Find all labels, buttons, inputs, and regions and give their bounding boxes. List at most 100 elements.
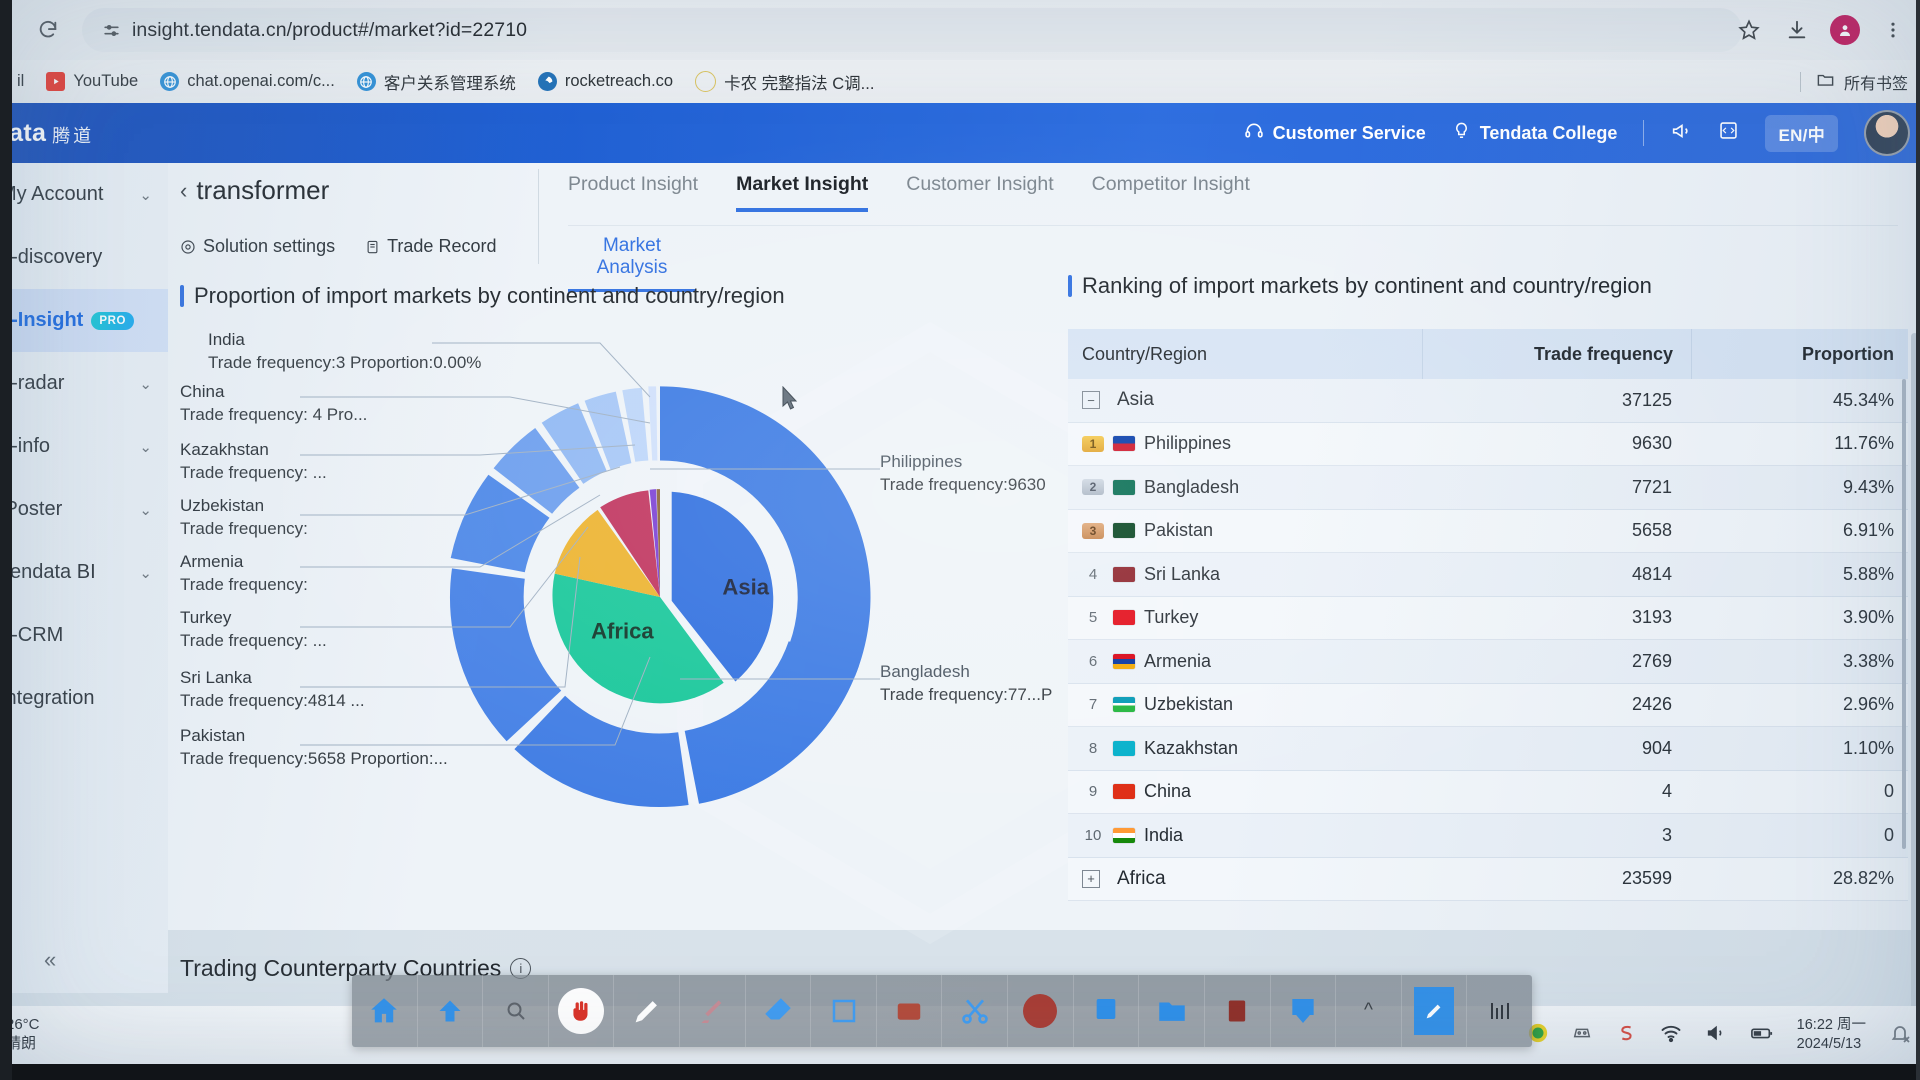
table-row[interactable]: 5 Turkey 3193 3.90% bbox=[1068, 597, 1908, 640]
fullscreen-button[interactable] bbox=[1718, 120, 1739, 146]
sidebar-item-my-account[interactable]: My Account ⌄ bbox=[0, 163, 168, 226]
bookmark-star-icon[interactable] bbox=[1728, 9, 1770, 51]
solution-settings-button[interactable]: Solution settings bbox=[180, 236, 335, 257]
rank-badge: 9 bbox=[1088, 783, 1098, 801]
youtube-icon bbox=[46, 72, 66, 91]
language-switch[interactable]: EN/中 bbox=[1765, 114, 1838, 152]
row-proportion: 45.34% bbox=[1832, 389, 1894, 410]
window-icon[interactable] bbox=[1074, 975, 1140, 1047]
trade-record-button[interactable]: Trade Record bbox=[365, 236, 496, 257]
table-row[interactable]: 3 Pakistan 5658 6.91% bbox=[1068, 510, 1908, 553]
profile-avatar-icon[interactable] bbox=[1824, 9, 1866, 51]
tab-competitor-insight[interactable]: Competitor Insight bbox=[1092, 173, 1250, 212]
sidebar-item-t-radar[interactable]: T-radar ⌄ bbox=[0, 352, 168, 415]
undo-icon[interactable] bbox=[418, 975, 484, 1047]
row-name: India bbox=[1144, 824, 1184, 845]
tendata-college-button[interactable]: Tendata College bbox=[1452, 121, 1617, 145]
sidebar-item-iposter[interactable]: iPoster ⌄ bbox=[0, 478, 168, 541]
row-proportion: 1.10% bbox=[1842, 737, 1894, 758]
taskbar-clock[interactable]: 16:22 周一 2024/5/13 bbox=[1797, 1016, 1866, 1054]
table-row[interactable]: 6 Armenia 2769 3.38% bbox=[1068, 640, 1908, 684]
exam-icon[interactable] bbox=[1205, 975, 1271, 1047]
sidebar-item-t-crm[interactable]: T-CRM bbox=[0, 604, 168, 667]
pen-icon[interactable] bbox=[614, 975, 681, 1047]
tab-product-insight[interactable]: Product Insight bbox=[568, 173, 698, 212]
scissors-icon[interactable] bbox=[942, 975, 1009, 1047]
folder-icon[interactable] bbox=[1139, 975, 1205, 1047]
address-bar[interactable]: insight.tendata.cn/product#/market?id=22… bbox=[82, 8, 1742, 52]
table-row-group-asia[interactable]: − Asia 37125 45.34% bbox=[1068, 379, 1908, 423]
notification-muted-icon[interactable] bbox=[1888, 1021, 1912, 1050]
save-icon[interactable] bbox=[1271, 975, 1337, 1047]
feedback-button[interactable] bbox=[1670, 120, 1692, 147]
column-header-country[interactable]: Country/Region bbox=[1068, 344, 1422, 365]
table-row-group-africa[interactable]: + Africa 23599 28.82% bbox=[1068, 858, 1908, 901]
tab-customer-insight[interactable]: Customer Insight bbox=[906, 173, 1053, 212]
highlighter-icon[interactable] bbox=[680, 975, 746, 1047]
table-row[interactable]: 8 Kazakhstan 904 1.10% bbox=[1068, 727, 1908, 771]
row-frequency: 2426 bbox=[1631, 694, 1672, 715]
sidebar-item-integration[interactable]: Integration bbox=[0, 667, 168, 730]
sidebar-item-t-info[interactable]: T-info ⌄ bbox=[0, 415, 168, 478]
screenshot-icon[interactable] bbox=[877, 975, 943, 1047]
table-row[interactable]: 1 Philippines 9630 11.76% bbox=[1068, 423, 1908, 466]
row-proportion: 2.96% bbox=[1842, 694, 1894, 715]
bookmark-item[interactable]: chat.openai.com/c... bbox=[160, 72, 335, 91]
chevron-left-icon[interactable]: ‹ bbox=[180, 178, 187, 204]
sidebar-item-t-discovery[interactable]: T-discovery bbox=[0, 226, 168, 289]
battery-icon[interactable] bbox=[1749, 1022, 1775, 1049]
callout-turkey: Turkey Trade frequency: ... bbox=[180, 607, 327, 653]
game-icon[interactable] bbox=[1571, 1022, 1593, 1049]
donut-chart[interactable]: Asia Africa India Trade frequency:3 Prop… bbox=[180, 321, 1183, 945]
callout-value: Trade frequency: ... bbox=[180, 630, 327, 650]
sidebar-item-label: T-discovery bbox=[0, 246, 103, 268]
record-icon[interactable] bbox=[1008, 975, 1074, 1047]
bookmark-item[interactable]: 客户关系管理系统 bbox=[356, 70, 516, 94]
table-row[interactable]: 9 China 4 0 bbox=[1068, 771, 1908, 814]
site-settings-icon[interactable] bbox=[94, 21, 128, 40]
download-icon[interactable] bbox=[1776, 9, 1818, 51]
tab-market-insight[interactable]: Market Insight bbox=[736, 173, 869, 212]
double-chevron-left-icon[interactable]: « bbox=[44, 947, 56, 973]
table-scrollbar[interactable] bbox=[1902, 379, 1906, 849]
expand-toggle-icon[interactable]: + bbox=[1082, 869, 1100, 888]
row-proportion: 3.38% bbox=[1842, 650, 1894, 671]
table-row[interactable]: 2 Bangladesh 7721 9.43% bbox=[1068, 466, 1908, 510]
callout-china: China Trade frequency: 4 Pro... bbox=[180, 381, 367, 427]
three-dot-menu-icon[interactable] bbox=[1872, 9, 1914, 51]
sidebar-item-tendata-bi[interactable]: Tendata BI ⌄ bbox=[0, 541, 168, 604]
row-proportion: 11.76% bbox=[1834, 433, 1894, 454]
callout-name: Turkey bbox=[180, 608, 232, 627]
column-header-proportion[interactable]: Proportion bbox=[1691, 329, 1908, 379]
table-row[interactable]: 4 Sri Lanka 4814 5.88% bbox=[1068, 553, 1908, 597]
eraser-icon[interactable] bbox=[746, 975, 812, 1047]
bookmark-item[interactable]: YouTube bbox=[46, 72, 138, 91]
avatar[interactable] bbox=[1864, 110, 1910, 156]
shape-icon[interactable] bbox=[811, 975, 877, 1047]
reload-icon[interactable] bbox=[28, 10, 68, 50]
target-icon bbox=[180, 239, 196, 255]
table-row[interactable]: 7 Uzbekistan 2426 2.96% bbox=[1068, 684, 1908, 727]
rank-badge: 8 bbox=[1088, 739, 1098, 757]
table-row[interactable]: 10 India 3 0 bbox=[1068, 814, 1908, 858]
column-header-trade-frequency[interactable]: Trade frequency bbox=[1422, 329, 1691, 379]
home-icon[interactable] bbox=[352, 975, 418, 1047]
search-icon[interactable] bbox=[483, 975, 549, 1047]
hand-icon[interactable] bbox=[549, 975, 615, 1047]
chart-icon[interactable] bbox=[1467, 975, 1532, 1047]
bookmark-item[interactable]: 卡农 完整指法 C调... bbox=[695, 70, 874, 94]
sidebar: My Account ⌄ T-discovery T-Insight PRO T… bbox=[0, 163, 168, 993]
sidebar-item-t-insight[interactable]: T-Insight PRO bbox=[0, 289, 168, 352]
edit-icon[interactable] bbox=[1402, 975, 1468, 1047]
tendata-logo[interactable]: ndata 腾道 bbox=[0, 119, 94, 148]
volume-icon[interactable] bbox=[1705, 1022, 1727, 1049]
customer-service-button[interactable]: Customer Service bbox=[1244, 121, 1426, 146]
bookmark-item[interactable]: rocketreach.co bbox=[537, 72, 673, 91]
annotation-toolbar: ^ bbox=[352, 975, 1532, 1047]
row-frequency: 3 bbox=[1661, 824, 1672, 845]
all-bookmarks-button[interactable]: 所有书签 bbox=[1799, 60, 1908, 103]
chevron-up-icon[interactable]: ^ bbox=[1336, 975, 1402, 1047]
wifi-icon[interactable] bbox=[1659, 1021, 1683, 1050]
sogou-icon[interactable] bbox=[1615, 1022, 1637, 1049]
collapse-toggle-icon[interactable]: − bbox=[1082, 391, 1100, 410]
